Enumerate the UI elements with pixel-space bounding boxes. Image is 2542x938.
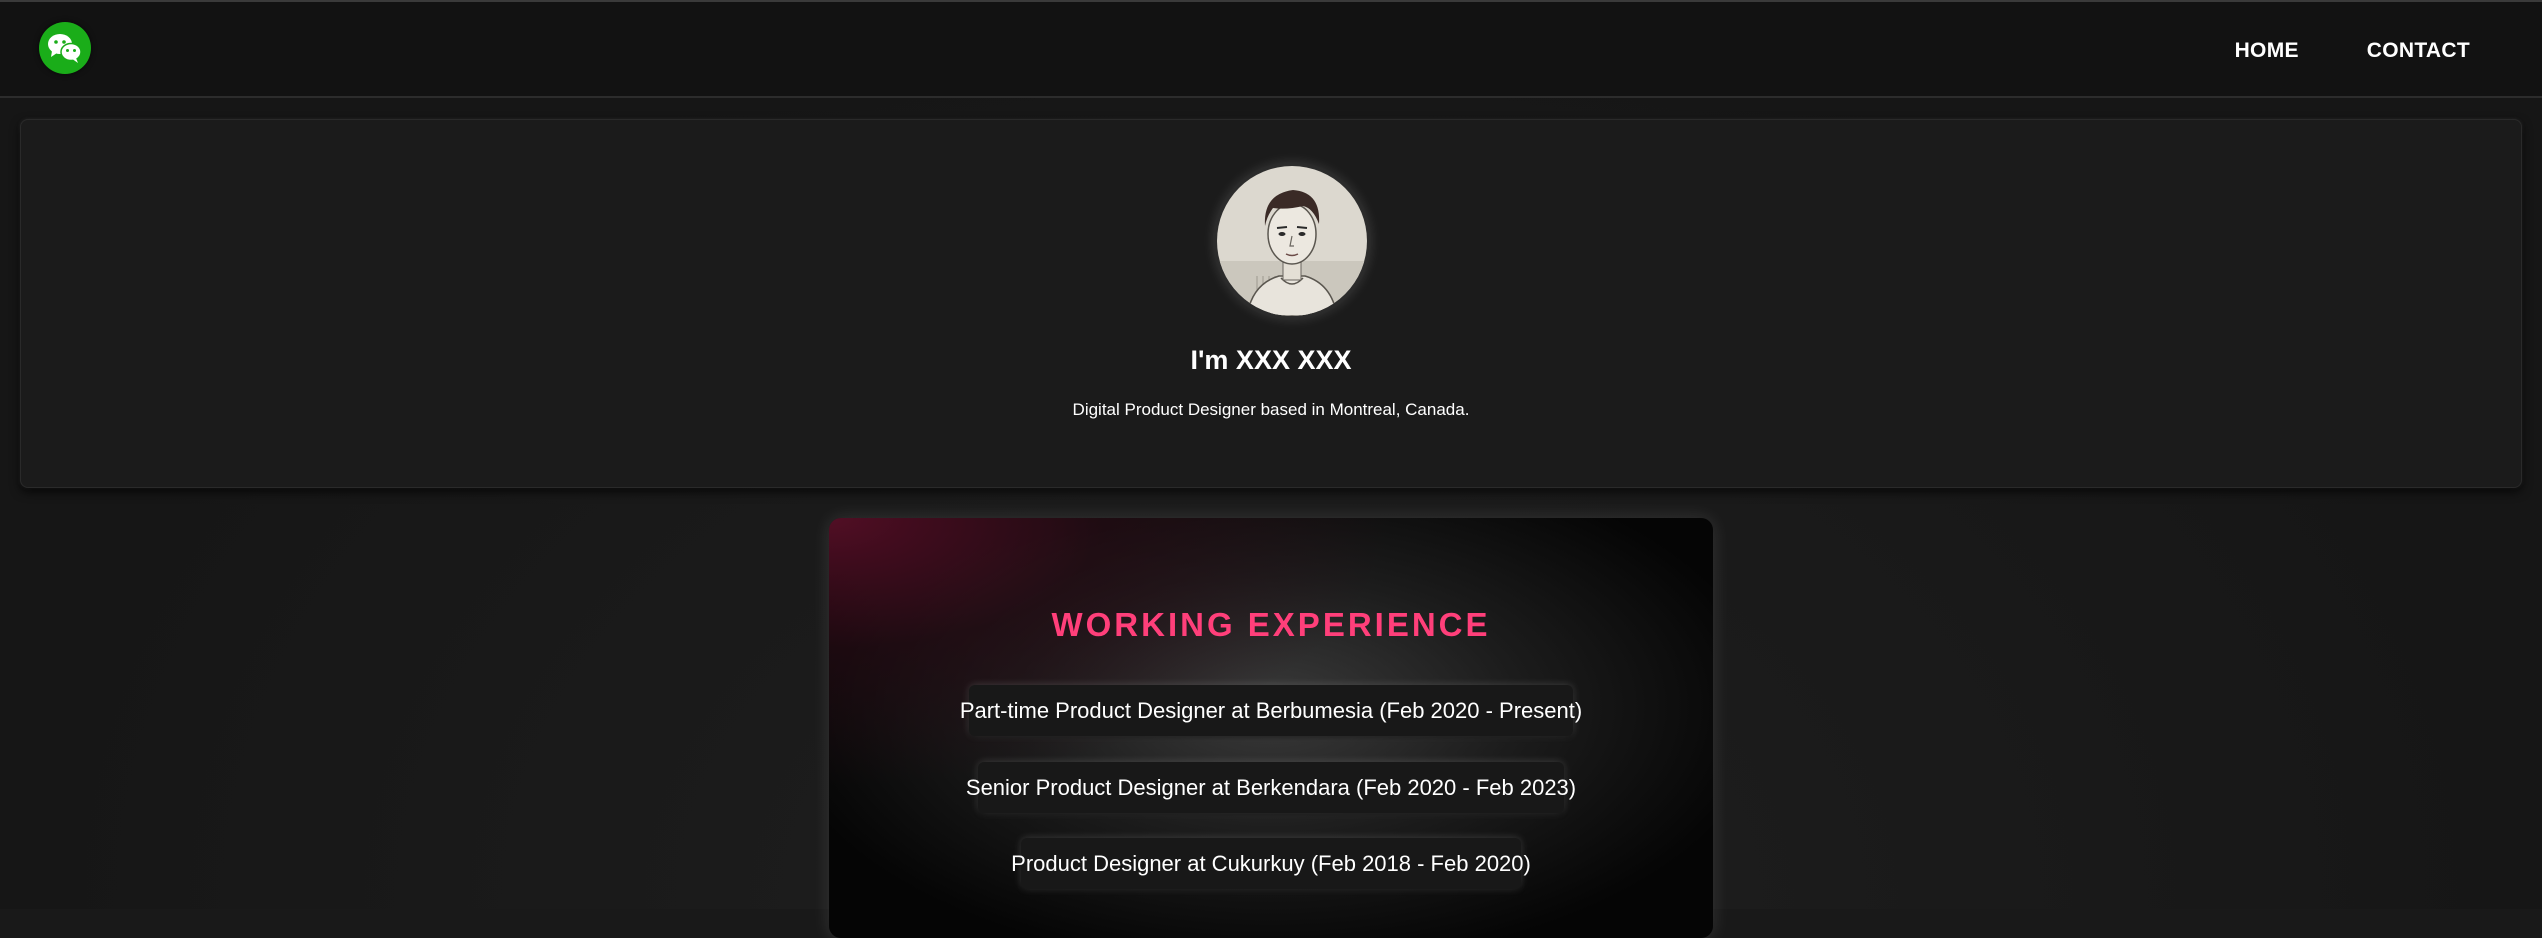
main-nav: HOME CONTACT xyxy=(2223,2,2482,100)
profile-card: I'm XXX XXX Digital Product Designer bas… xyxy=(20,119,2522,488)
top-navbar: HOME CONTACT xyxy=(0,0,2542,98)
experience-item: Product Designer at Cukurkuy (Feb 2018 -… xyxy=(1011,838,1531,889)
section-title: WORKING EXPERIENCE xyxy=(1051,606,1491,643)
profile-avatar xyxy=(1217,166,1367,316)
nav-home-link[interactable]: HOME xyxy=(2223,31,2311,71)
wechat-icon[interactable] xyxy=(39,22,91,74)
profile-name: I'm XXX XXX xyxy=(1190,345,1352,375)
experience-item: Senior Product Designer at Berkendara (F… xyxy=(966,762,1576,813)
working-experience-card: WORKING EXPERIENCE Part-time Product Des… xyxy=(829,518,1713,938)
experience-item: Part-time Product Designer at Berbumesia… xyxy=(960,685,1582,736)
profile-tagline: Digital Product Designer based in Montre… xyxy=(1072,400,1470,419)
nav-contact-link[interactable]: CONTACT xyxy=(2355,31,2482,71)
